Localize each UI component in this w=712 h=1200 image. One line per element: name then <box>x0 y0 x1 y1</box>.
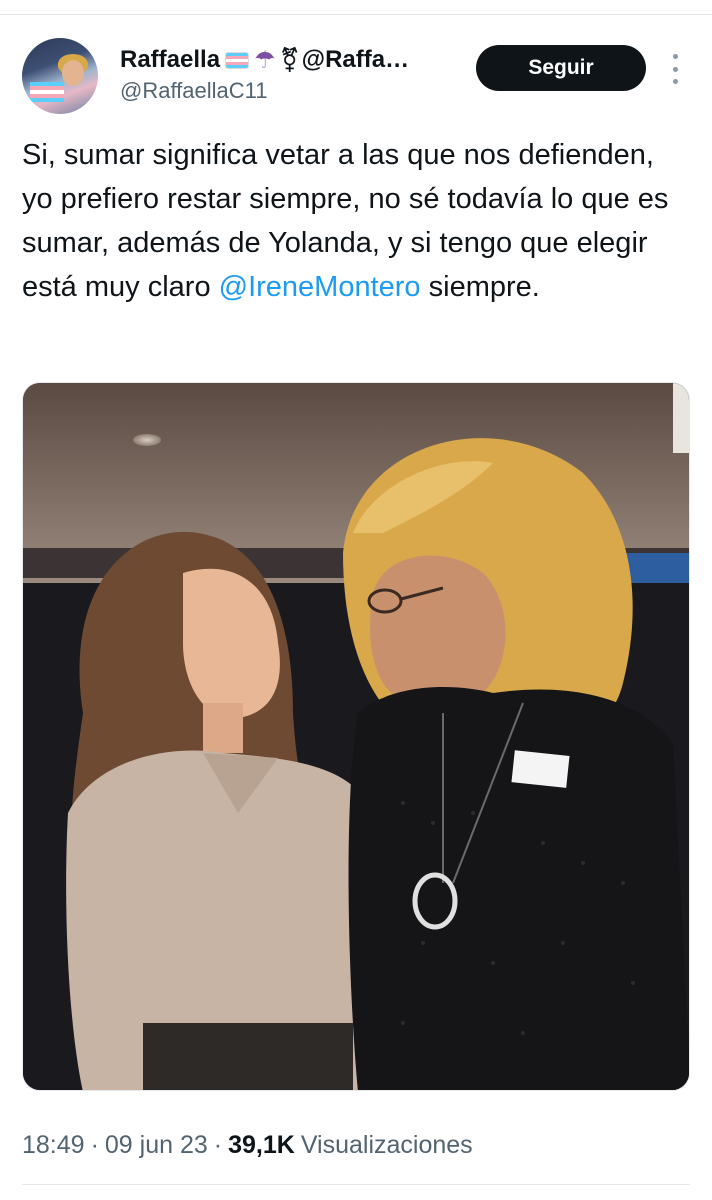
author-name-row[interactable]: Raffaella ☂ ⚧ @Raffa… <box>120 44 409 76</box>
tweet-time[interactable]: 18:49 <box>22 1131 85 1160</box>
views-count: 39,1K <box>228 1130 295 1159</box>
transgender-flag-icon <box>226 52 249 68</box>
tweet-text-end: siempre. <box>420 271 540 303</box>
tweet-text: Si, sumar significa vetar a las que nos … <box>22 133 672 309</box>
views-label: Visualizaciones <box>300 1130 473 1159</box>
meta-separator: · <box>90 1130 99 1159</box>
author-name-suffix: @Raffa… <box>301 46 410 73</box>
more-vertical-icon[interactable] <box>665 54 685 84</box>
umbrella-icon: ☂ <box>254 46 276 74</box>
author-handle[interactable]: @RaffaellaC11 <box>120 78 268 104</box>
tweet-meta: 18:49 · 09 jun 23 · 39,1K Visualizacione… <box>22 1127 473 1163</box>
mention-link[interactable]: @IreneMontero <box>219 271 421 303</box>
top-divider <box>0 14 712 15</box>
transgender-symbol-icon: ⚧ <box>279 46 300 74</box>
tweet-date[interactable]: 09 jun 23 <box>105 1131 208 1160</box>
follow-button[interactable]: Seguir <box>476 45 646 91</box>
meta-separator: · <box>213 1130 223 1159</box>
author-avatar[interactable] <box>22 38 98 114</box>
author-display-name[interactable]: Raffaella <box>120 46 220 74</box>
tweet-media-photo[interactable] <box>22 382 690 1091</box>
bottom-divider <box>22 1184 690 1185</box>
